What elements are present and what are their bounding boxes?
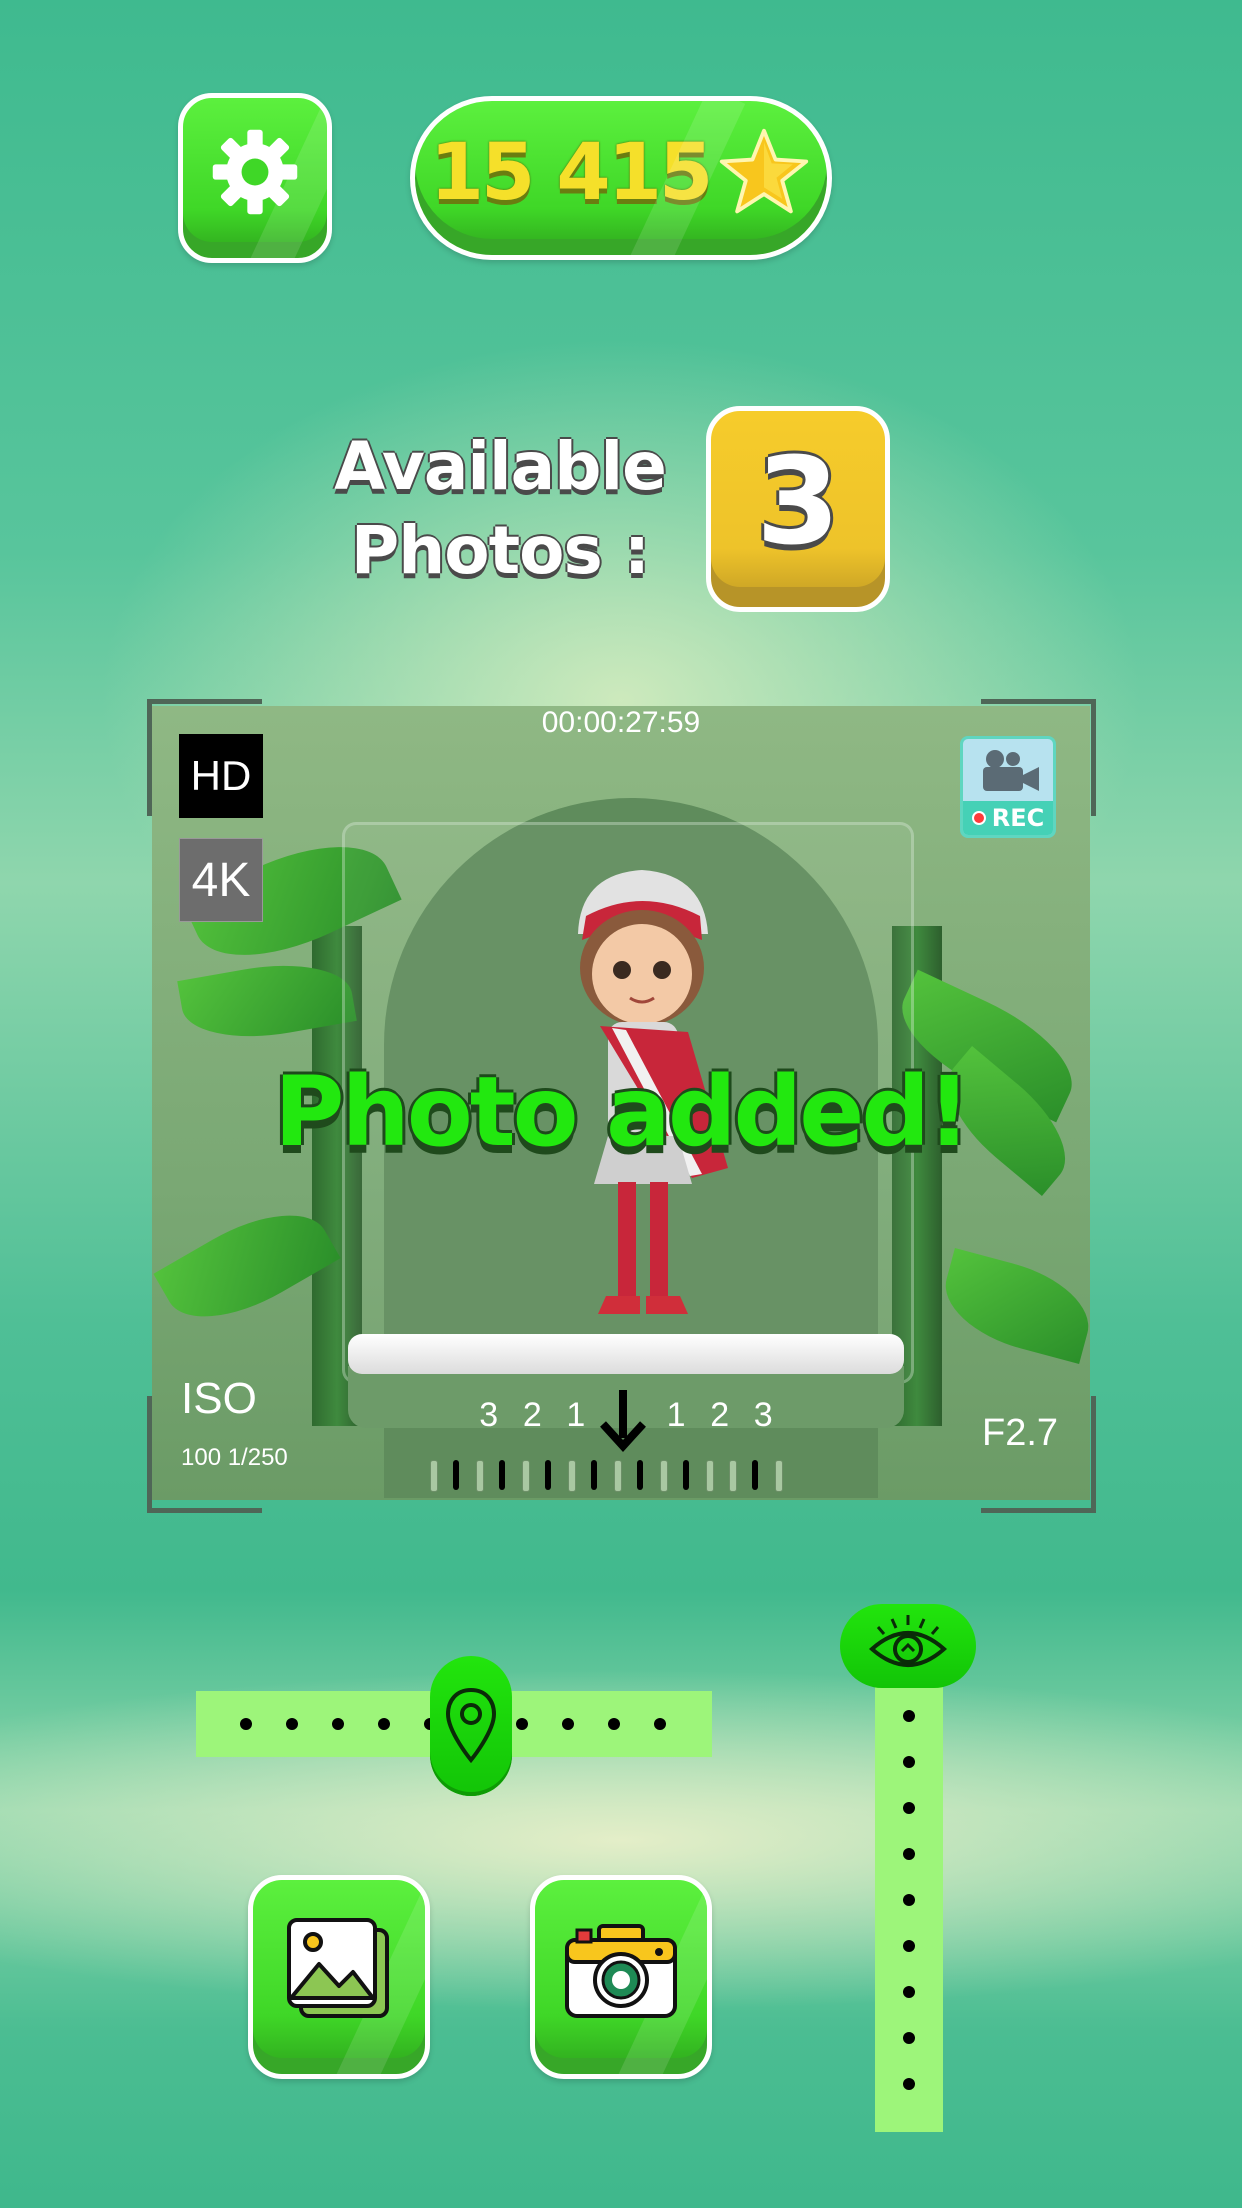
slider-dot (286, 1718, 298, 1730)
slider-dot (516, 1718, 528, 1730)
image-gallery-icon (287, 1918, 389, 2018)
tick (683, 1460, 689, 1490)
viewfinder-corner (147, 699, 262, 816)
tick (637, 1460, 643, 1490)
gear-icon (212, 129, 298, 215)
photos-count-badge: 3 (706, 406, 890, 612)
tick (545, 1460, 551, 1490)
arrow-down-icon (600, 1390, 646, 1452)
vertical-slider-track[interactable] (875, 1682, 943, 2132)
photo-added-message: Photo added! (274, 1056, 971, 1168)
slider-dot (903, 1848, 915, 1860)
tick (499, 1460, 505, 1490)
tick (453, 1460, 459, 1490)
tick (430, 1460, 438, 1492)
viewfinder-corner (981, 1396, 1096, 1513)
4k-toggle[interactable]: 4K (179, 838, 263, 922)
tick (591, 1460, 597, 1490)
slider-dot (240, 1718, 252, 1730)
slider-dot (332, 1718, 344, 1730)
available-photos-label: Available Photos : (330, 425, 670, 593)
eye-icon (868, 1615, 948, 1667)
scale-number: 2 (522, 1396, 542, 1434)
tick (752, 1460, 758, 1490)
tick (568, 1460, 576, 1492)
available-photos-line1: Available (334, 428, 667, 505)
tick (706, 1460, 714, 1492)
tick (660, 1460, 668, 1492)
tick (614, 1460, 622, 1492)
settings-button[interactable] (178, 93, 332, 263)
horizontal-slider-handle[interactable] (430, 1656, 512, 1796)
camera-icon (565, 1924, 677, 2018)
photos-count: 3 (756, 432, 840, 572)
plant-leaf (934, 1247, 1090, 1365)
slider-dot (654, 1718, 666, 1730)
scale-number: 3 (753, 1396, 773, 1434)
slider-dot (903, 1940, 915, 1952)
tick (775, 1460, 783, 1492)
tick (729, 1460, 737, 1492)
slider-dot (903, 1710, 915, 1722)
location-pin-icon (445, 1687, 497, 1764)
slider-dot (378, 1718, 390, 1730)
slider-dot (903, 1894, 915, 1906)
slider-dot (903, 2032, 915, 2044)
camera-viewfinder[interactable]: 00:00:27:59 HD 4K REC Photo added! ISO 1… (152, 706, 1090, 1500)
tick (476, 1460, 484, 1492)
slider-dot (608, 1718, 620, 1730)
slider-dot (903, 1756, 915, 1768)
camera-shutter-button[interactable] (530, 1875, 712, 2079)
recording-timer: 00:00:27:59 (541, 706, 701, 739)
scale-number: 2 (710, 1396, 730, 1434)
scale-number: 1 (566, 1396, 586, 1434)
slider-dot (903, 1986, 915, 1998)
tick (522, 1460, 530, 1492)
slider-dot (562, 1718, 574, 1730)
scale-number: 3 (479, 1396, 499, 1434)
vertical-slider-handle[interactable] (840, 1604, 976, 1688)
viewfinder-corner (981, 699, 1096, 816)
viewfinder-corner (147, 1396, 262, 1513)
score-value: 15 415 (429, 128, 714, 218)
available-photos-line2: Photos : (350, 512, 650, 589)
star-icon (720, 128, 809, 214)
exposure-ticks (430, 1460, 810, 1492)
scale-number: 1 (666, 1396, 686, 1434)
score-counter: 15 415 (410, 96, 832, 260)
slider-dot (903, 1802, 915, 1814)
slider-dot (903, 2078, 915, 2090)
gallery-button[interactable] (248, 1875, 430, 2079)
